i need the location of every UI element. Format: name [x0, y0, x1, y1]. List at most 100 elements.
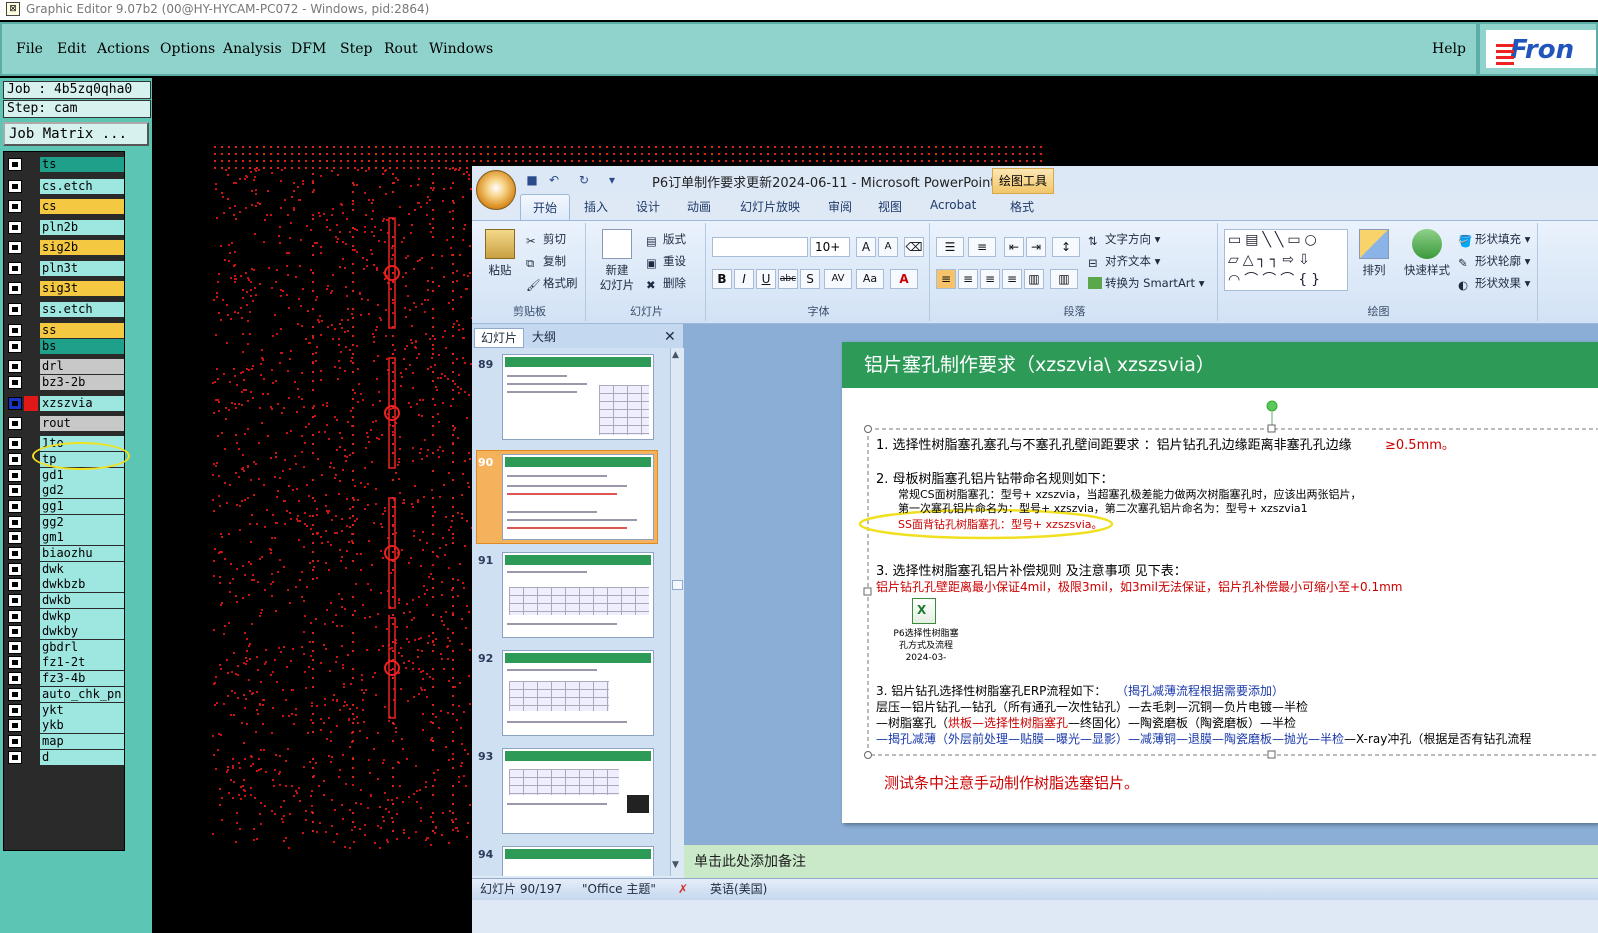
- layer-checkbox[interactable]: [8, 158, 22, 171]
- tab-animation[interactable]: 动画: [687, 198, 711, 215]
- spellcheck-icon[interactable]: ✗: [678, 879, 688, 899]
- layer-checkbox[interactable]: [8, 397, 22, 410]
- layer-row-sig2b[interactable]: sig2b: [6, 240, 124, 255]
- menu-actions[interactable]: Actions: [97, 41, 150, 57]
- excel-file-icon[interactable]: X: [912, 598, 936, 624]
- copy-button[interactable]: ⧉ 复制: [526, 253, 566, 270]
- tab-view[interactable]: 视图: [878, 198, 902, 215]
- grow-font-icon[interactable]: A: [856, 237, 876, 257]
- layer-checkbox[interactable]: [8, 578, 22, 591]
- layer-row-dwkbzb[interactable]: dwkbzb: [6, 577, 124, 592]
- scroll-thumb[interactable]: [672, 580, 683, 590]
- layer-row-d[interactable]: d: [6, 750, 124, 765]
- shape-effects-button[interactable]: ◐ 形状效果 ▾: [1458, 275, 1530, 292]
- slide-thumbnail-91[interactable]: [502, 552, 654, 638]
- align-text-button[interactable]: ⊟ 对齐文本 ▾: [1088, 253, 1160, 270]
- shrink-font-icon[interactable]: A: [878, 237, 898, 257]
- layer-checkbox[interactable]: [8, 324, 22, 337]
- close-pane-icon[interactable]: ✕: [658, 328, 682, 346]
- layer-row-drl[interactable]: drl: [6, 359, 124, 374]
- save-icon[interactable]: ■: [524, 172, 540, 188]
- layer-checkbox[interactable]: [8, 500, 22, 513]
- tab-format[interactable]: 格式: [1010, 198, 1034, 215]
- layer-checkbox[interactable]: [8, 641, 22, 654]
- layer-row-dwkp[interactable]: dwkp: [6, 609, 124, 624]
- layer-row-map[interactable]: map: [6, 734, 124, 749]
- layer-checkbox[interactable]: [8, 417, 22, 430]
- layer-checkbox[interactable]: [8, 437, 22, 450]
- layer-checkbox[interactable]: [8, 340, 22, 353]
- tab-acrobat[interactable]: Acrobat: [930, 198, 976, 212]
- bullets-icon[interactable]: ☰: [936, 237, 964, 257]
- strikethrough-icon[interactable]: abc: [778, 269, 798, 289]
- cut-button[interactable]: ✂ 剪切: [526, 231, 566, 248]
- layer-checkbox[interactable]: [8, 469, 22, 482]
- layer-row-gd1[interactable]: gd1: [6, 468, 124, 483]
- layer-row-dwk[interactable]: dwk: [6, 562, 124, 577]
- delete-slide-button[interactable]: ✖ 删除: [646, 275, 686, 292]
- layer-row-pln2b[interactable]: pln2b: [6, 220, 124, 235]
- layer-checkbox[interactable]: [8, 180, 22, 193]
- layer-row-pln3t[interactable]: pln3t: [6, 261, 124, 276]
- shape-fill-button[interactable]: 🪣 形状填充 ▾: [1458, 231, 1530, 248]
- layer-row-xzszvia[interactable]: xzszvia: [6, 396, 124, 411]
- menu-file[interactable]: File: [16, 41, 43, 57]
- columns-icon[interactable]: ▥: [1050, 269, 1078, 289]
- menu-rout[interactable]: Rout: [384, 41, 418, 57]
- layer-row-cs[interactable]: cs: [6, 199, 124, 214]
- layer-checkbox[interactable]: [8, 656, 22, 669]
- layer-checkbox[interactable]: [8, 453, 22, 466]
- layer-checkbox[interactable]: [8, 625, 22, 638]
- format-painter-button[interactable]: 🖌 格式刷: [526, 275, 578, 292]
- decrease-indent-icon[interactable]: ⇤: [1004, 237, 1024, 257]
- notes-pane[interactable]: 单击此处添加备注: [684, 844, 1598, 878]
- slide-thumbnail-90[interactable]: [502, 454, 654, 540]
- layer-checkbox[interactable]: [8, 704, 22, 717]
- distribute-icon[interactable]: ▥: [1024, 269, 1044, 289]
- layer-checkbox[interactable]: [8, 516, 22, 529]
- layer-checkbox[interactable]: [8, 282, 22, 295]
- shape-outline-button[interactable]: ✎ 形状轮廓 ▾: [1458, 253, 1530, 270]
- line-spacing-icon[interactable]: ↕: [1052, 237, 1080, 257]
- current-slide[interactable]: 铝片塞孔制作要求（xzszvia\ xzszsvia） 1. 选择性树脂塞孔塞孔…: [842, 342, 1598, 823]
- align-left-icon[interactable]: ≡: [936, 269, 956, 289]
- layer-checkbox[interactable]: [8, 376, 22, 389]
- quick-styles-button[interactable]: 快速样式: [1400, 229, 1454, 278]
- slide-thumbnail-89[interactable]: [502, 354, 654, 440]
- layer-row-fz3-4b[interactable]: fz3-4b: [6, 671, 124, 686]
- layer-checkbox[interactable]: [8, 221, 22, 234]
- layer-row-rout[interactable]: rout: [6, 416, 124, 431]
- menu-help[interactable]: Help: [1432, 41, 1466, 57]
- layer-row-bs[interactable]: bs: [6, 339, 124, 354]
- layer-checkbox[interactable]: [8, 672, 22, 685]
- slide-thumbnail-92[interactable]: [502, 650, 654, 736]
- job-matrix-button[interactable]: Job Matrix ...: [3, 122, 149, 146]
- layer-row-ts[interactable]: ts: [6, 157, 124, 172]
- layer-row-gm1[interactable]: gm1: [6, 530, 124, 545]
- menu-step[interactable]: Step: [340, 41, 372, 57]
- smartart-button[interactable]: 转换为 SmartArt ▾: [1088, 275, 1204, 291]
- tab-outline-pane[interactable]: 大纲: [526, 328, 562, 346]
- shadow-icon[interactable]: S: [800, 269, 820, 289]
- language-indicator[interactable]: 英语(美国): [710, 879, 767, 899]
- spacing-icon[interactable]: AV: [824, 269, 852, 289]
- menu-options[interactable]: Options: [160, 41, 215, 57]
- layer-checkbox[interactable]: [8, 688, 22, 701]
- layer-row-gbdrl[interactable]: gbdrl: [6, 640, 124, 655]
- tab-design[interactable]: 设计: [636, 198, 660, 215]
- layer-row-gd2[interactable]: gd2: [6, 483, 124, 498]
- font-color-icon[interactable]: A: [890, 269, 918, 289]
- clear-format-icon[interactable]: ⌫: [904, 237, 924, 257]
- underline-icon[interactable]: U: [756, 269, 776, 289]
- layer-checkbox[interactable]: [8, 610, 22, 623]
- layer-row-ykb[interactable]: ykb: [6, 718, 124, 733]
- slide-thumbnail-94[interactable]: [502, 846, 654, 876]
- layer-checkbox[interactable]: [8, 360, 22, 373]
- numbering-icon[interactable]: ≡: [968, 237, 996, 257]
- layer-row-dwkby[interactable]: dwkby: [6, 624, 124, 639]
- layer-row-fz1-2t[interactable]: fz1-2t: [6, 655, 124, 670]
- layer-row-gg2[interactable]: gg2: [6, 515, 124, 530]
- font-name-combo[interactable]: [712, 237, 808, 257]
- tab-home[interactable]: 开始: [520, 194, 571, 220]
- layer-checkbox[interactable]: [8, 719, 22, 732]
